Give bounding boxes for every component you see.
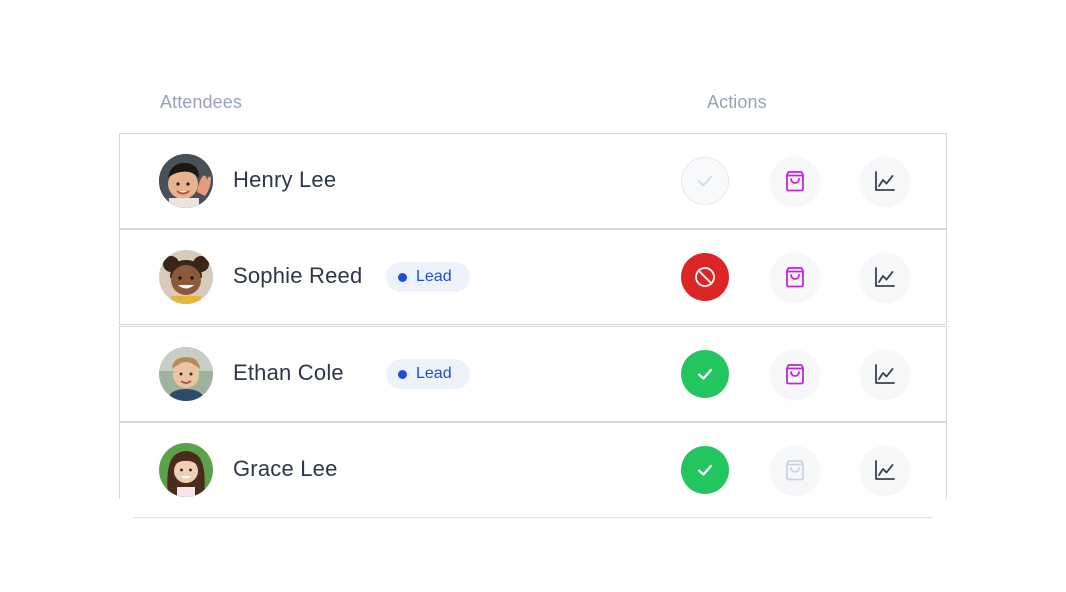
attendee-name: Sophie Reed [233, 263, 363, 288]
checked-in-button[interactable] [681, 350, 729, 398]
line-chart-icon [875, 364, 895, 384]
lead-badge: Lead [386, 262, 470, 292]
purchases-button[interactable] [771, 350, 819, 398]
lead-dot-icon [398, 369, 407, 379]
attendee-name: Ethan Cole [233, 360, 344, 385]
attendees-panel: Attendees Actions Henry Lee Sophie Reed … [0, 0, 1066, 592]
avatar [159, 154, 213, 208]
check-icon [697, 368, 713, 380]
line-chart-icon [875, 267, 895, 287]
table-row: Ethan Cole Lead [119, 326, 947, 422]
declined-status-button[interactable] [681, 253, 729, 301]
stats-button[interactable] [861, 157, 909, 205]
divider [133, 517, 933, 518]
table-row: Sophie Reed Lead [119, 229, 947, 325]
checked-in-button[interactable] [681, 446, 729, 494]
stats-button[interactable] [861, 350, 909, 398]
cancel-icon [695, 267, 715, 287]
line-chart-icon [875, 171, 895, 191]
stats-button[interactable] [861, 253, 909, 301]
check-icon [698, 176, 712, 187]
attendee-name: Henry Lee [233, 167, 337, 192]
shopping-bag-icon [786, 171, 804, 192]
lead-badge-label: Lead [416, 365, 452, 382]
attendees-column-header: Attendees [160, 92, 242, 112]
avatar [159, 347, 213, 401]
purchases-button-disabled[interactable] [771, 446, 819, 494]
purchases-button[interactable] [771, 157, 819, 205]
attendee-name: Grace Lee [233, 456, 338, 481]
table-row: Henry Lee [119, 133, 947, 229]
lead-badge: Lead [386, 359, 470, 389]
table-bottom-edge [119, 499, 947, 521]
attendees-table: Henry Lee Sophie Reed Lead Ethan Cole Le… [119, 133, 947, 499]
checkin-button[interactable] [681, 157, 729, 205]
shopping-bag-icon [786, 460, 804, 481]
line-chart-icon [875, 460, 895, 480]
check-icon [697, 464, 713, 476]
shopping-bag-icon [786, 364, 804, 385]
shopping-bag-icon [786, 267, 804, 288]
lead-badge-label: Lead [416, 268, 452, 285]
table-row: Grace Lee [119, 422, 947, 499]
lead-dot-icon [398, 272, 407, 282]
actions-column-header: Actions [707, 92, 767, 112]
avatar [159, 443, 213, 497]
purchases-button[interactable] [771, 253, 819, 301]
avatar [159, 250, 213, 304]
stats-button[interactable] [861, 446, 909, 494]
